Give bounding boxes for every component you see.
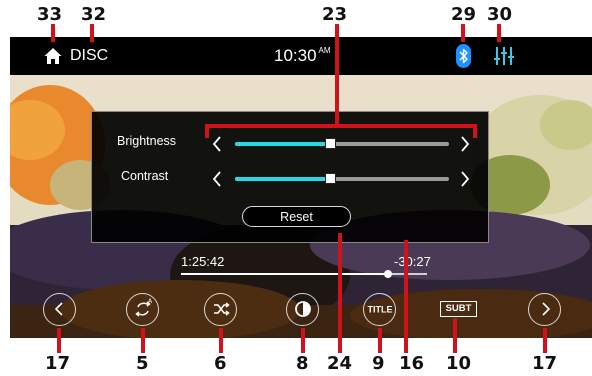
contrast-icon [294, 301, 311, 317]
leader-adjust-panel [335, 24, 339, 125]
callout-title: 9 [372, 353, 385, 374]
leader-repeat [141, 328, 145, 353]
leader-reset [338, 233, 342, 353]
shuffle-button[interactable] [204, 293, 237, 326]
contrast-decrease-icon[interactable] [212, 171, 222, 187]
brightness-increase-icon[interactable] [460, 136, 470, 152]
progress-knob[interactable] [383, 270, 392, 278]
next-button[interactable] [528, 293, 561, 326]
repeat-icon: A [134, 298, 153, 317]
home-icon[interactable] [44, 47, 62, 65]
callout-source: 32 [81, 4, 107, 25]
equalizer-icon[interactable] [493, 46, 515, 66]
clock-time: 10:30 [274, 46, 317, 65]
leader-shuffle [219, 328, 223, 353]
head-unit-screen: DISC 10:30 AM Brightness Contrast Reset … [10, 37, 592, 338]
brightness-label: Brightness [117, 134, 177, 148]
leader-prev [57, 328, 61, 353]
callout-equalizer: 30 [487, 4, 513, 25]
leader-next [543, 328, 547, 353]
callout-bluetooth: 29 [451, 4, 477, 25]
title-button[interactable]: TITLE [363, 293, 396, 326]
previous-button[interactable] [43, 293, 76, 326]
callout-reset: 24 [327, 353, 353, 374]
chevron-right-icon [541, 302, 550, 316]
callout-repeat: 5 [136, 353, 149, 374]
brightness-thumb[interactable] [325, 138, 337, 149]
picture-button[interactable] [286, 293, 319, 326]
contrast-increase-icon[interactable] [460, 171, 470, 187]
progress-fill [181, 273, 388, 275]
svg-text:A: A [148, 298, 153, 305]
title-label: TITLE [367, 305, 392, 315]
subtitle-button[interactable]: SUBT [440, 301, 477, 317]
title-icon: TITLE [367, 305, 392, 315]
callout-progress: 16 [399, 353, 425, 374]
leader-adjust-bracket [205, 124, 477, 128]
leader-picture [301, 328, 305, 353]
repeat-button[interactable]: A [126, 293, 159, 326]
callout-prev: 17 [45, 353, 71, 374]
leader-equalizer [497, 24, 501, 42]
leader-progress [404, 240, 408, 353]
leader-subtitle [453, 318, 457, 353]
leader-bracket-left [205, 124, 209, 138]
leader-bracket-right [473, 124, 477, 138]
elapsed-time: 1:25:42 [181, 254, 225, 269]
leader-bluetooth [461, 24, 465, 42]
callout-adjust-panel: 23 [322, 4, 348, 25]
shuffle-icon [213, 302, 230, 316]
leader-title [378, 328, 382, 353]
contrast-thumb[interactable] [325, 173, 337, 184]
brightness-fill [235, 142, 332, 146]
callout-picture: 8 [296, 353, 309, 374]
picture-adjust-panel: Brightness Contrast Reset [91, 111, 489, 243]
callout-next: 17 [532, 353, 558, 374]
brightness-decrease-icon[interactable] [212, 136, 222, 152]
contrast-slider[interactable] [235, 173, 449, 184]
remaining-time: -30:27 [394, 254, 431, 269]
bluetooth-icon[interactable] [456, 44, 471, 68]
chevron-left-icon [54, 302, 63, 316]
source-label[interactable]: DISC [70, 47, 108, 65]
callout-subtitle: 10 [446, 353, 472, 374]
contrast-label: Contrast [121, 169, 169, 183]
status-bar: DISC 10:30 AM [10, 37, 592, 75]
callout-home: 33 [37, 4, 63, 25]
clock: 10:30 AM [274, 46, 331, 66]
clock-ampm: AM [318, 46, 331, 55]
leader-home [51, 24, 55, 42]
reset-button[interactable]: Reset [242, 206, 351, 227]
brightness-slider[interactable] [235, 138, 449, 149]
leader-source [90, 24, 94, 42]
progress-bar[interactable] [181, 270, 427, 278]
callout-shuffle: 6 [214, 353, 227, 374]
contrast-fill [235, 177, 332, 181]
